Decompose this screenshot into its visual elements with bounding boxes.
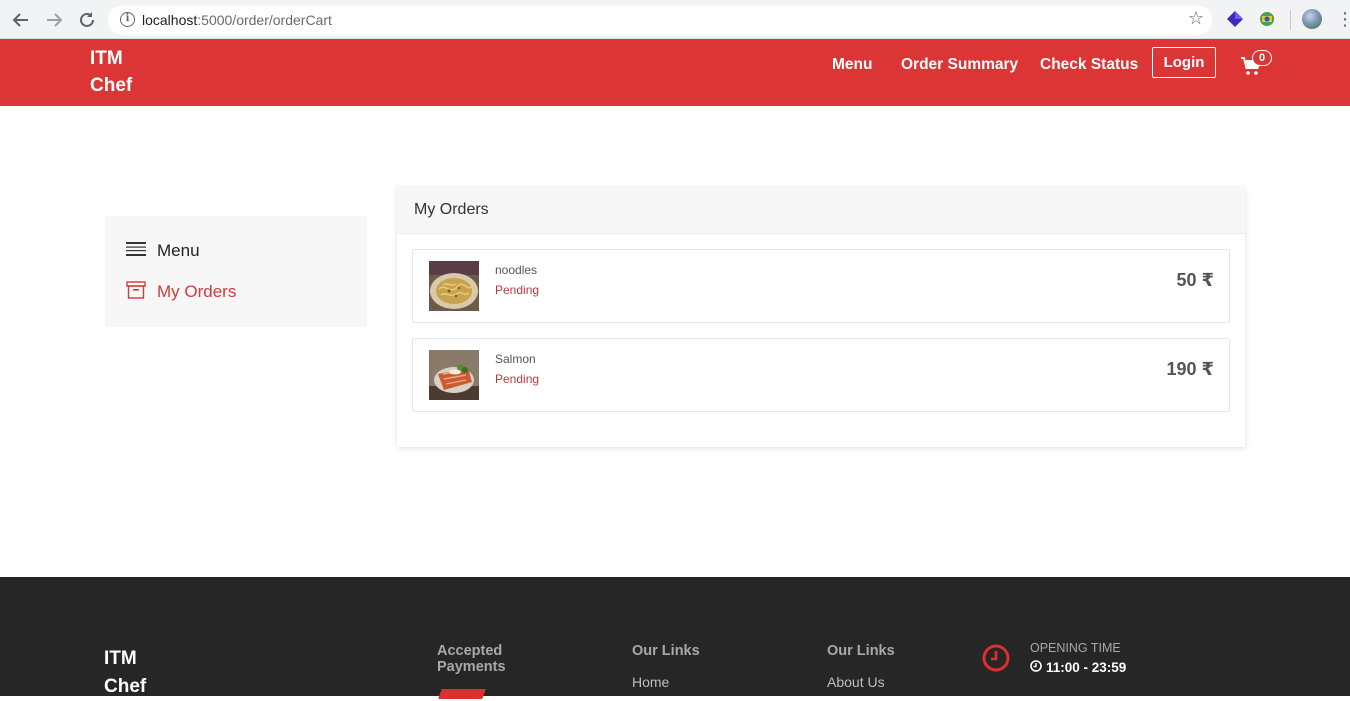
reload-icon[interactable] (76, 9, 98, 31)
clock-icon (982, 644, 1010, 677)
list-icon (126, 241, 146, 262)
profile-avatar[interactable] (1302, 9, 1322, 29)
back-arrow-icon[interactable] (10, 9, 32, 31)
bookmark-star-icon[interactable]: ☆ (1188, 8, 1204, 29)
salmon-photo (429, 350, 479, 400)
panel-title: My Orders (414, 201, 489, 218)
order-row[interactable]: noodles Pending 50 ₹ (412, 249, 1230, 323)
login-button[interactable]: Login (1152, 47, 1216, 78)
panel-header: My Orders (397, 187, 1245, 234)
order-item-name: Salmon (495, 352, 536, 366)
footer-brand-logo[interactable]: ITM Chef (104, 645, 146, 701)
toolbar-divider (1290, 10, 1291, 30)
footer-link-home[interactable]: Home (632, 674, 669, 690)
order-price: 190 ₹ (1166, 359, 1214, 379)
extension-icon[interactable] (1258, 10, 1276, 28)
payment-logo (438, 689, 486, 699)
opening-hours: 11:00 - 23:59 (1030, 660, 1126, 675)
account-sidebar: Menu My Orders (105, 216, 367, 327)
footer-link-about[interactable]: About Us (827, 674, 885, 690)
nav-link-menu[interactable]: Menu (832, 56, 872, 74)
address-bar[interactable]: i localhost:5000/order/orderCart ☆ (108, 5, 1212, 35)
site-footer: ITM Chef Accepted Payments Our Links Hom… (0, 577, 1350, 699)
sidebar-item-menu[interactable]: Menu (126, 238, 200, 264)
sidebar-item-label: My Orders (157, 282, 237, 301)
small-clock-icon (1030, 660, 1046, 675)
order-status: Pending (495, 283, 540, 297)
forward-arrow-icon[interactable] (43, 9, 65, 31)
brand-logo[interactable]: ITM Chef (90, 45, 132, 99)
payments-heading: Accepted Payments (437, 643, 506, 675)
site-header: ITM Chef Menu Order Summary Check Status… (0, 39, 1350, 106)
noodles-photo (429, 261, 479, 311)
opening-time-label: OPENING TIME (1030, 641, 1121, 655)
links-heading: Our Links (632, 643, 700, 659)
nav-link-check-status[interactable]: Check Status (1040, 56, 1138, 74)
links-heading: Our Links (827, 643, 895, 659)
nav-link-order-summary[interactable]: Order Summary (901, 56, 1018, 74)
browser-toolbar: i localhost:5000/order/orderCart ☆ ⋮ (0, 0, 1350, 39)
sidebar-item-my-orders[interactable]: My Orders (126, 279, 236, 305)
site-info-icon[interactable]: i (120, 12, 135, 27)
more-vert-icon[interactable]: ⋮ (1336, 9, 1350, 29)
my-orders-panel: My Orders noodles Pending 50 ₹ Salmon Pe… (397, 187, 1245, 447)
order-item-name: noodles (495, 263, 538, 277)
order-status: Pending (495, 372, 540, 386)
sidebar-item-label: Menu (157, 241, 200, 260)
url-text: localhost:5000/order/orderCart (142, 12, 332, 28)
cart-count-badge: 0 (1252, 50, 1272, 66)
extension-icon[interactable] (1226, 10, 1244, 28)
archive-box-icon (126, 280, 146, 304)
order-row[interactable]: Salmon Pending 190 ₹ (412, 338, 1230, 412)
order-price: 50 ₹ (1176, 270, 1214, 290)
